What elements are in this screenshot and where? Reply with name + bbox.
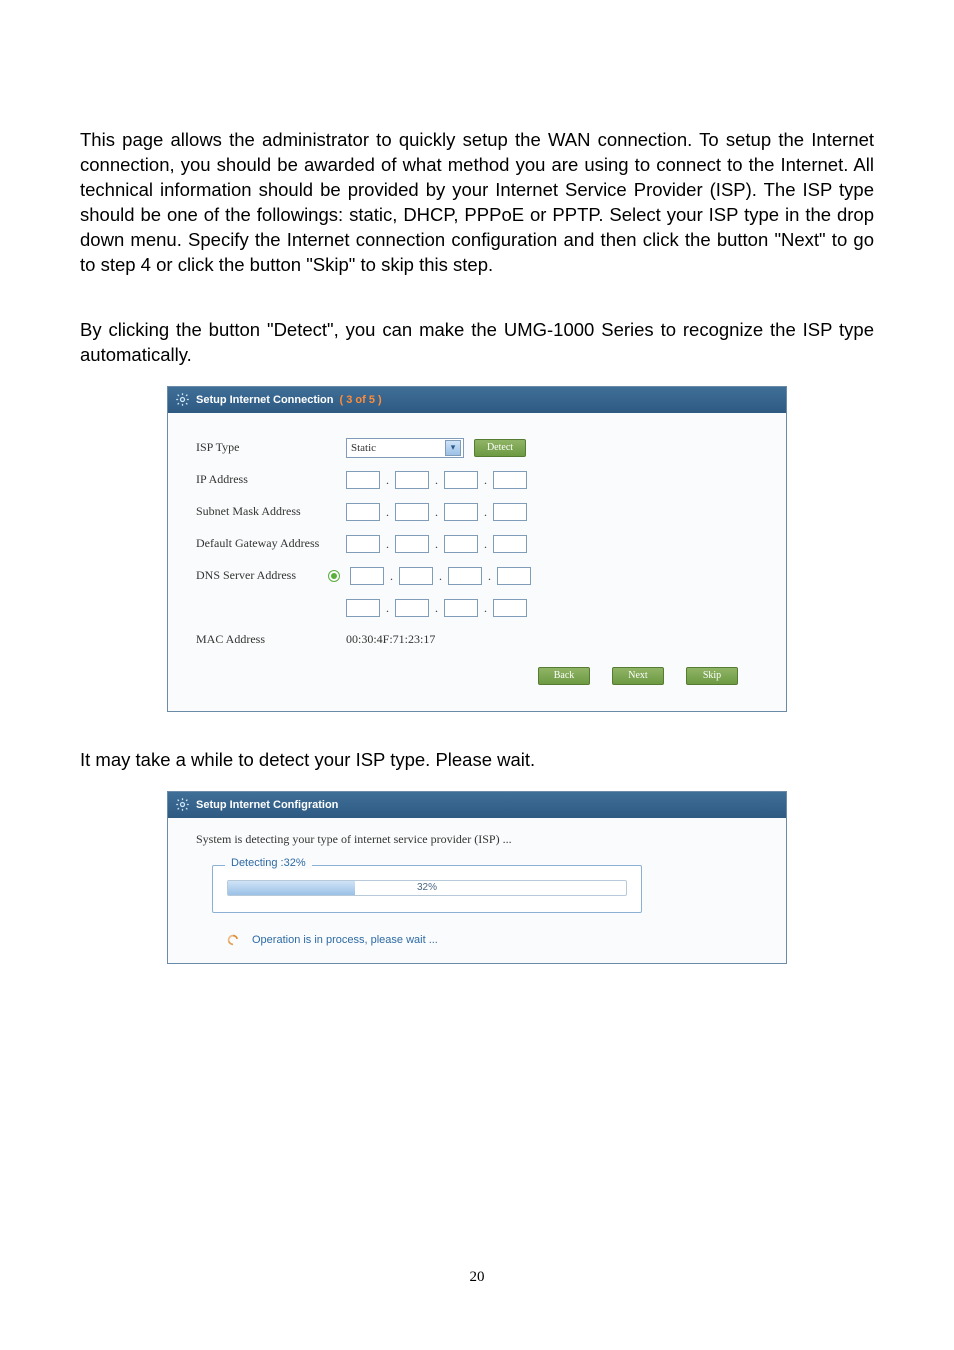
subnet-octet-3[interactable] [444, 503, 478, 521]
detecting-fieldset: Detecting :32% 32% [212, 865, 642, 913]
paragraph-1: This page allows the administrator to qu… [80, 128, 874, 278]
panel-title: Setup Internet Connection [196, 394, 334, 406]
label-ip-address: IP Address [196, 472, 346, 487]
row-dns2: . . . [196, 595, 758, 621]
wizard-button-row: Back Next Skip [196, 659, 758, 697]
paragraph-3: It may take a while to detect your ISP t… [80, 748, 874, 773]
row-ip-address: IP Address . . . [196, 467, 758, 493]
setup-internet-connection-panel: Setup Internet Connection ( 3 of 5 ) ISP… [167, 386, 787, 712]
gear-icon [174, 797, 190, 813]
subnet-octet-2[interactable] [395, 503, 429, 521]
ip-octet-2[interactable] [395, 471, 429, 489]
panel2-header: Setup Internet Configration [168, 792, 786, 818]
dns2-octet-4[interactable] [493, 599, 527, 617]
row-mac: MAC Address 00:30:4F:71:23:17 [196, 627, 758, 653]
setup-internet-config-panel: Setup Internet Configration System is de… [167, 791, 787, 964]
ip-octet-3[interactable] [444, 471, 478, 489]
spinner-icon [226, 933, 240, 947]
mac-value: 00:30:4F:71:23:17 [346, 632, 435, 647]
panel2-body: System is detecting your type of interne… [168, 818, 786, 963]
dns2-octet-2[interactable] [395, 599, 429, 617]
subnet-octet-1[interactable] [346, 503, 380, 521]
detecting-legend: Detecting :32% [225, 857, 312, 869]
ip-octet-4[interactable] [493, 471, 527, 489]
detecting-message: System is detecting your type of interne… [196, 832, 762, 847]
label-gateway: Default Gateway Address [196, 536, 346, 551]
gateway-octet-4[interactable] [493, 535, 527, 553]
panel-header: Setup Internet Connection ( 3 of 5 ) [168, 387, 786, 413]
panel2-title: Setup Internet Configration [196, 799, 338, 811]
label-isp-type: ISP Type [196, 440, 346, 455]
detect-button[interactable]: Detect [474, 439, 526, 457]
dns1-octet-1[interactable] [350, 567, 384, 585]
back-button[interactable]: Back [538, 667, 590, 685]
page-number: 20 [0, 1269, 954, 1286]
panel-body: ISP Type Static ▾ Detect IP Address . . … [168, 413, 786, 711]
row-gateway: Default Gateway Address . . . [196, 531, 758, 557]
row-subnet: Subnet Mask Address . . . [196, 499, 758, 525]
label-mac: MAC Address [196, 632, 346, 647]
ip-octet-1[interactable] [346, 471, 380, 489]
dns1-octet-4[interactable] [497, 567, 531, 585]
dns1-octet-2[interactable] [399, 567, 433, 585]
gateway-octet-2[interactable] [395, 535, 429, 553]
paragraph-2: By clicking the button "Detect", you can… [80, 318, 874, 368]
progress-bar: 32% [227, 880, 627, 896]
dns2-octet-3[interactable] [444, 599, 478, 617]
gateway-octet-3[interactable] [444, 535, 478, 553]
dns1-octet-3[interactable] [448, 567, 482, 585]
chevron-down-icon: ▾ [445, 440, 461, 456]
operation-status-row: Operation is in process, please wait ... [192, 933, 762, 949]
progress-label: 32% [228, 881, 626, 895]
panel-step-indicator: ( 3 of 5 ) [340, 394, 382, 406]
row-isp-type: ISP Type Static ▾ Detect [196, 435, 758, 461]
gear-icon [174, 392, 190, 408]
isp-type-value: Static [351, 442, 376, 454]
subnet-octet-4[interactable] [493, 503, 527, 521]
next-button[interactable]: Next [612, 667, 664, 685]
row-dns: DNS Server Address . . . [196, 563, 758, 589]
operation-status-text: Operation is in process, please wait ... [252, 934, 438, 946]
label-subnet: Subnet Mask Address [196, 504, 346, 519]
label-dns: DNS Server Address [196, 568, 346, 583]
dns2-octet-1[interactable] [346, 599, 380, 617]
isp-type-select[interactable]: Static ▾ [346, 438, 464, 458]
gateway-octet-1[interactable] [346, 535, 380, 553]
skip-button[interactable]: Skip [686, 667, 738, 685]
dns-radio[interactable] [328, 570, 340, 582]
